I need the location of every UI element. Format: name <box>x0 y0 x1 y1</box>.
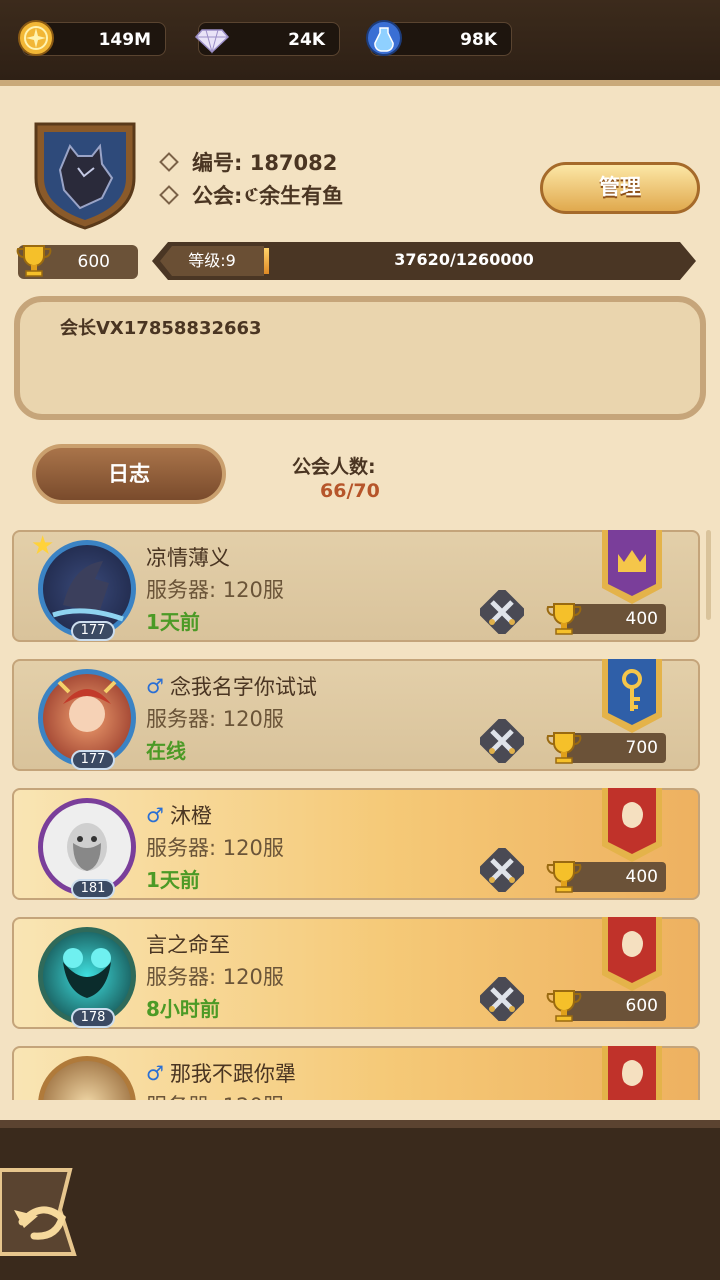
guild-crest-icon <box>30 118 140 230</box>
diamond-value: 24K <box>288 30 325 50</box>
gold-value: 149M <box>98 30 151 50</box>
member-row[interactable]: 177 ♂ 念我名字你试试 服务器: 120服 在线 700 <box>12 659 700 771</box>
level-badge: 177 <box>71 621 115 641</box>
member-status: 1天前 <box>146 610 200 634</box>
member-row[interactable]: 177 ★ 凉情薄义 服务器: 120服 1天前 400 <box>12 530 700 642</box>
trophy-icon <box>544 856 584 900</box>
star-icon: ★ <box>31 531 55 561</box>
potion-value: 98K <box>460 30 497 50</box>
member-name: 凉情薄义 <box>146 546 230 570</box>
guild-name-line: 公会: ℭ 余生有鱼 <box>159 180 344 210</box>
member-name: ♂ 那我不跟你犟 <box>146 1061 296 1086</box>
red-lion-banner-icon <box>598 917 666 991</box>
member-server: 服务器: 120服 <box>146 578 284 602</box>
guild-emblem-icon: ℭ <box>244 184 260 206</box>
trophy-icon <box>544 727 584 771</box>
potion-counter[interactable]: 98K <box>366 20 512 56</box>
diamond-bullet-icon <box>159 152 179 172</box>
member-list-scrollbar[interactable] <box>706 530 711 620</box>
member-count-label: 公会人数: <box>292 456 376 478</box>
guild-id: 编号: 187082 <box>159 147 337 177</box>
member-row[interactable]: 181 ♂ 沐橙 服务器: 120服 1天前 400 <box>12 788 700 900</box>
currency-bar: 149M 24K 98K <box>0 0 720 80</box>
back-button[interactable] <box>0 1160 86 1260</box>
diamond-icon <box>191 17 233 59</box>
avatar: 181 <box>38 798 136 899</box>
manage-button[interactable]: 管理 <box>540 162 700 214</box>
member-name: ♂ 沐橙 <box>146 803 212 828</box>
member-name: 言之命至 <box>146 933 230 957</box>
trophy-icon <box>544 985 584 1029</box>
guild-notice[interactable]: 会长VX17858832663 <box>14 296 706 420</box>
level-badge: 177 <box>71 750 115 770</box>
avatar: 178 <box>38 927 136 1028</box>
avatar <box>38 1056 136 1100</box>
member-status: 1天前 <box>146 868 200 892</box>
level-badge: 181 <box>71 879 115 899</box>
diamond-counter[interactable]: 24K <box>194 22 340 56</box>
bottom-bar <box>0 1120 720 1280</box>
member-list[interactable]: 177 ★ 凉情薄义 服务器: 120服 1天前 400 177 ♂ 念我名字你试… <box>12 530 700 1100</box>
blue-potion-icon <box>363 17 405 59</box>
member-status: 8小时前 <box>146 997 220 1021</box>
log-button[interactable]: 日志 <box>32 444 226 504</box>
crossed-swords-icon[interactable] <box>478 588 526 636</box>
avatar: 177 <box>38 669 136 770</box>
member-row[interactable]: ♂那我不跟你犟 服务器: 120服 <box>12 1046 700 1100</box>
trophy-icon <box>14 240 54 284</box>
guild-name: 余生有鱼 <box>259 184 344 208</box>
member-server: 服务器: 120服 <box>146 965 284 989</box>
trophy-icon <box>544 598 584 642</box>
avatar: 177 ★ <box>31 531 136 641</box>
level-badge: 178 <box>71 1008 115 1028</box>
guild-level-bar: 等级:9 37620/1260000 <box>152 242 696 280</box>
male-icon: ♂ <box>146 1061 164 1085</box>
member-row[interactable]: 178 言之命至 服务器: 120服 8小时前 600 <box>12 917 700 1029</box>
crossed-swords-icon[interactable] <box>478 717 526 765</box>
red-lion-banner-icon <box>598 1046 666 1100</box>
gold-counter[interactable]: 149M <box>18 20 166 56</box>
member-server: 服务器: 120服 <box>146 836 284 860</box>
crossed-swords-icon[interactable] <box>478 846 526 894</box>
xp-text: 37620/1260000 <box>394 250 534 269</box>
member-status: 在线 <box>146 739 186 763</box>
member-server: 服务器: 120服 <box>146 1090 284 1100</box>
diamond-bullet-icon <box>159 185 179 205</box>
member-server: 服务器: 120服 <box>146 707 284 731</box>
male-icon: ♂ <box>146 674 164 698</box>
red-lion-banner-icon <box>598 788 666 862</box>
guild-name-label: 公会: <box>192 184 243 208</box>
crossed-swords-icon[interactable] <box>478 975 526 1023</box>
purple-crown-banner-icon <box>598 530 666 604</box>
blue-key-banner-icon <box>598 659 666 733</box>
gold-coin-icon <box>15 17 57 59</box>
member-count: 66/70 <box>320 480 380 502</box>
male-icon: ♂ <box>146 803 164 827</box>
member-name: ♂ 念我名字你试试 <box>146 674 317 699</box>
